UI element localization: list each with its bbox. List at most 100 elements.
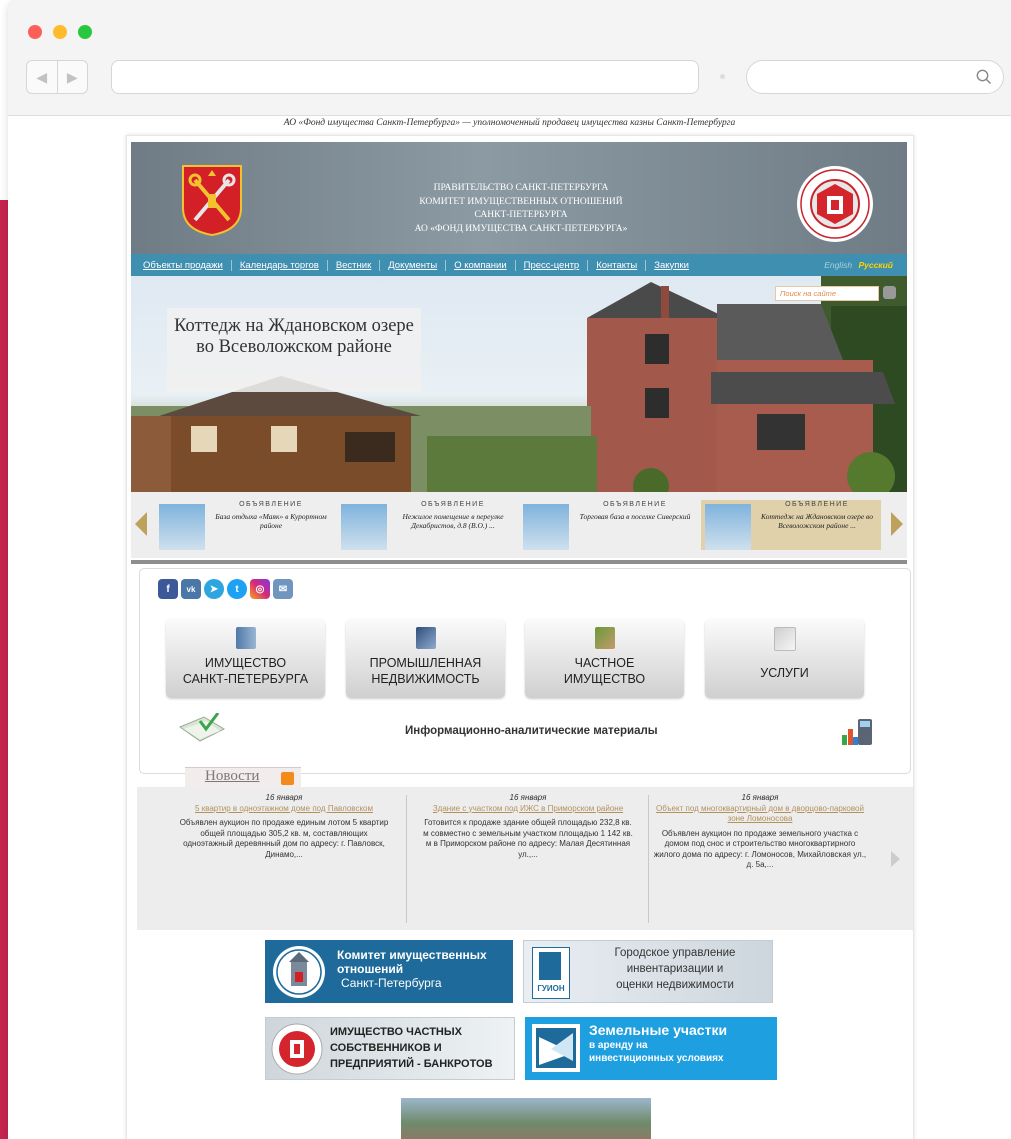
- fund-logo-icon[interactable]: [795, 164, 875, 244]
- vk-icon[interactable]: vk: [181, 579, 201, 599]
- nav-objects-for-sale[interactable]: Объекты продажи: [131, 259, 232, 271]
- news-excerpt: Готовится к продаже здание общей площадь…: [423, 818, 633, 859]
- browser-window: ◀ ▶ АО «Фонд имущества Санкт-Петербурга»…: [8, 0, 1011, 1139]
- minimize-window-dot[interactable]: [53, 25, 67, 39]
- carousel-item-label: ОБЪЯВЛЕНИЕ: [421, 501, 485, 508]
- nav-documents[interactable]: Документы: [380, 259, 447, 271]
- categories-panel: f vk ➤ t ◎ ✉ ИМУЩЕСТВО САНКТ-ПЕТЕРБУРГА П…: [139, 568, 911, 774]
- news-separator: [406, 795, 407, 923]
- buildings-icon: [235, 627, 256, 649]
- tile-services[interactable]: УСЛУГИ: [705, 619, 864, 698]
- calculator-chart-icon: [842, 719, 872, 745]
- site-tagline: АО «Фонд имущества Санкт-Петербурга» — у…: [283, 118, 736, 128]
- banner-bankrupt-property[interactable]: ИМУЩЕСТВО ЧАСТНЫХ СОБСТВЕННИКОВ И ПРЕДПР…: [265, 1017, 515, 1080]
- forward-arrow-icon[interactable]: ▶: [58, 61, 88, 93]
- site-search-button[interactable]: [883, 286, 896, 299]
- carousel-prev-arrow-icon[interactable]: [135, 512, 147, 536]
- instagram-icon[interactable]: ◎: [250, 579, 270, 599]
- banner-bankrupt-text: ИМУЩЕСТВО ЧАСТНЫХ СОБСТВЕННИКОВ И ПРЕДПР…: [330, 1026, 493, 1070]
- analytics-link[interactable]: Информационно-аналитические материалы: [405, 725, 658, 737]
- browser-search-field[interactable]: [746, 60, 1004, 94]
- toolbar-separator: [720, 74, 725, 79]
- news-excerpt: Объявлен аукцион по продаже земельного у…: [653, 828, 867, 870]
- facebook-icon[interactable]: f: [158, 579, 178, 599]
- nav-auction-calendar[interactable]: Календарь торгов: [232, 259, 328, 271]
- tile-label: ПРОМЫШЛЕННАЯ НЕДВИЖИМОСТЬ: [369, 656, 482, 686]
- rss-icon[interactable]: [281, 772, 294, 785]
- banner-guion-text: Городское управление инвентаризации и оц…: [614, 947, 736, 991]
- nav-bulletin[interactable]: Вестник: [328, 259, 381, 271]
- carousel-thumbnail: [523, 504, 569, 550]
- fund-emblem-icon: [271, 1023, 323, 1075]
- twitter-icon[interactable]: t: [227, 579, 247, 599]
- section-divider: [131, 560, 907, 564]
- back-arrow-icon[interactable]: ◀: [27, 61, 58, 93]
- history-navigation: ◀ ▶: [26, 60, 88, 94]
- nav-procurement[interactable]: Закупки: [646, 260, 697, 271]
- maximize-window-dot[interactable]: [78, 25, 92, 39]
- site-search-input[interactable]: Поиск на сайте: [775, 286, 879, 301]
- news-next-arrow-icon[interactable]: [891, 851, 900, 867]
- carousel-thumbnail: [341, 504, 387, 550]
- category-tiles: ИМУЩЕСТВО САНКТ-ПЕТЕРБУРГА ПРОМЫШЛЕННАЯ НЕ…: [166, 619, 886, 699]
- carousel-thumbnail: [705, 504, 751, 550]
- news-date: 16 января: [265, 793, 303, 802]
- telegram-icon[interactable]: ➤: [204, 579, 224, 599]
- documents-check-icon: [178, 713, 226, 742]
- land-plots-icon: [532, 1024, 580, 1072]
- nav-about-company[interactable]: О компании: [446, 259, 516, 271]
- banner-guion[interactable]: ГУИОН Городское управление инвентаризаци…: [523, 940, 773, 1003]
- carousel-item-text: Нежилое помещение в переулке Декабристов…: [402, 512, 504, 530]
- news-date: 16 января: [741, 793, 779, 802]
- carousel-next-arrow-icon[interactable]: [891, 512, 903, 536]
- carousel-item[interactable]: ОБЪЯВЛЕНИЕ База отдыха «Маяк» в Курортно…: [155, 500, 335, 550]
- carousel-item[interactable]: ОБЪЯВЛЕНИЕ Нежилое помещение в переулке …: [337, 500, 517, 550]
- news-headline-link[interactable]: Объект под многоквартирный дом в дворцов…: [653, 804, 867, 825]
- news-headline-link[interactable]: Здание с участком под ИЖС в Приморском р…: [421, 804, 635, 815]
- carousel-thumbnail: [159, 504, 205, 550]
- city-aerial-photo[interactable]: [401, 1098, 651, 1139]
- lang-russian-link[interactable]: Русский: [858, 260, 893, 270]
- analytics-row[interactable]: Информационно-аналитические материалы: [140, 711, 910, 751]
- website-page: ПРАВИТЕЛЬСТВО САНКТ-ПЕТЕРБУРГА КОМИТЕТ И…: [126, 135, 914, 1139]
- news-title-link[interactable]: Новости: [205, 768, 259, 785]
- news-header: Новости: [185, 767, 301, 788]
- news-item: 16 января 5 квартир в одноэтажном доме п…: [177, 793, 391, 860]
- kio-emblem-icon: [273, 946, 325, 998]
- language-switcher: English Русский: [824, 260, 907, 270]
- banner-land-text: Земельные участки в аренду на инвестицио…: [589, 1022, 728, 1064]
- news-headline-link[interactable]: 5 квартир в одноэтажном доме под Павловс…: [177, 804, 391, 815]
- news-item: 16 января Объект под многоквартирный дом…: [653, 793, 867, 871]
- news-item: 16 января Здание с участком под ИЖС в Пр…: [421, 793, 635, 860]
- tile-label: ЧАСТНОЕ ИМУЩЕСТВО: [563, 656, 646, 686]
- house-icon: [594, 627, 615, 649]
- tile-private-property[interactable]: ЧАСТНОЕ ИМУЩЕСТВО: [525, 619, 684, 698]
- coat-of-arms-icon[interactable]: [181, 164, 243, 236]
- carousel-item-label: ОБЪЯВЛЕНИЕ: [785, 501, 849, 508]
- industrial-building-icon: [415, 627, 436, 649]
- tile-spb-property[interactable]: ИМУЩЕСТВО САНКТ-ПЕТЕРБУРГА: [166, 619, 325, 698]
- tile-industrial-property[interactable]: ПРОМЫШЛЕННАЯ НЕДВИЖИМОСТЬ: [346, 619, 505, 698]
- news-excerpt: Объявлен аукцион по продаже единым лотом…: [179, 818, 389, 859]
- email-icon[interactable]: ✉: [273, 579, 293, 599]
- lang-english-link[interactable]: English: [824, 260, 852, 270]
- address-bar[interactable]: [111, 60, 699, 94]
- nav-press-center[interactable]: Пресс-центр: [516, 259, 589, 271]
- header-line: САНКТ-ПЕТЕРБУРГА: [474, 210, 568, 220]
- hero-slide-title[interactable]: Коттедж на Ждановском озере во Всеволожс…: [167, 308, 421, 392]
- news-separator: [648, 795, 649, 923]
- news-date: 16 января: [509, 793, 547, 802]
- nav-contacts[interactable]: Контакты: [588, 259, 647, 271]
- services-icon: [773, 627, 796, 651]
- header-title-block: ПРАВИТЕЛЬСТВО САНКТ-ПЕТЕРБУРГА КОМИТЕТ И…: [371, 182, 671, 236]
- carousel-item-text: База отдыха «Маяк» в Курортном районе: [215, 512, 327, 530]
- hero-slider[interactable]: Коттедж на Ждановском озере во Всеволожс…: [131, 276, 907, 492]
- banner-kio-text: Комитет имущественных отношений Санкт-Пе…: [337, 948, 487, 990]
- carousel-item-active[interactable]: ОБЪЯВЛЕНИЕ Коттедж на Ждановском озере в…: [701, 500, 881, 550]
- banner-land-plots[interactable]: Земельные участки в аренду на инвестицио…: [525, 1017, 777, 1080]
- carousel-item[interactable]: ОБЪЯВЛЕНИЕ Торговая база в поселке Сивер…: [519, 500, 699, 550]
- guion-logo-icon: ГУИОН: [532, 947, 570, 999]
- site-header: ПРАВИТЕЛЬСТВО САНКТ-ПЕТЕРБУРГА КОМИТЕТ И…: [131, 142, 907, 254]
- banner-kio[interactable]: Комитет имущественных отношений Санкт-Пе…: [265, 940, 513, 1003]
- close-window-dot[interactable]: [28, 25, 42, 39]
